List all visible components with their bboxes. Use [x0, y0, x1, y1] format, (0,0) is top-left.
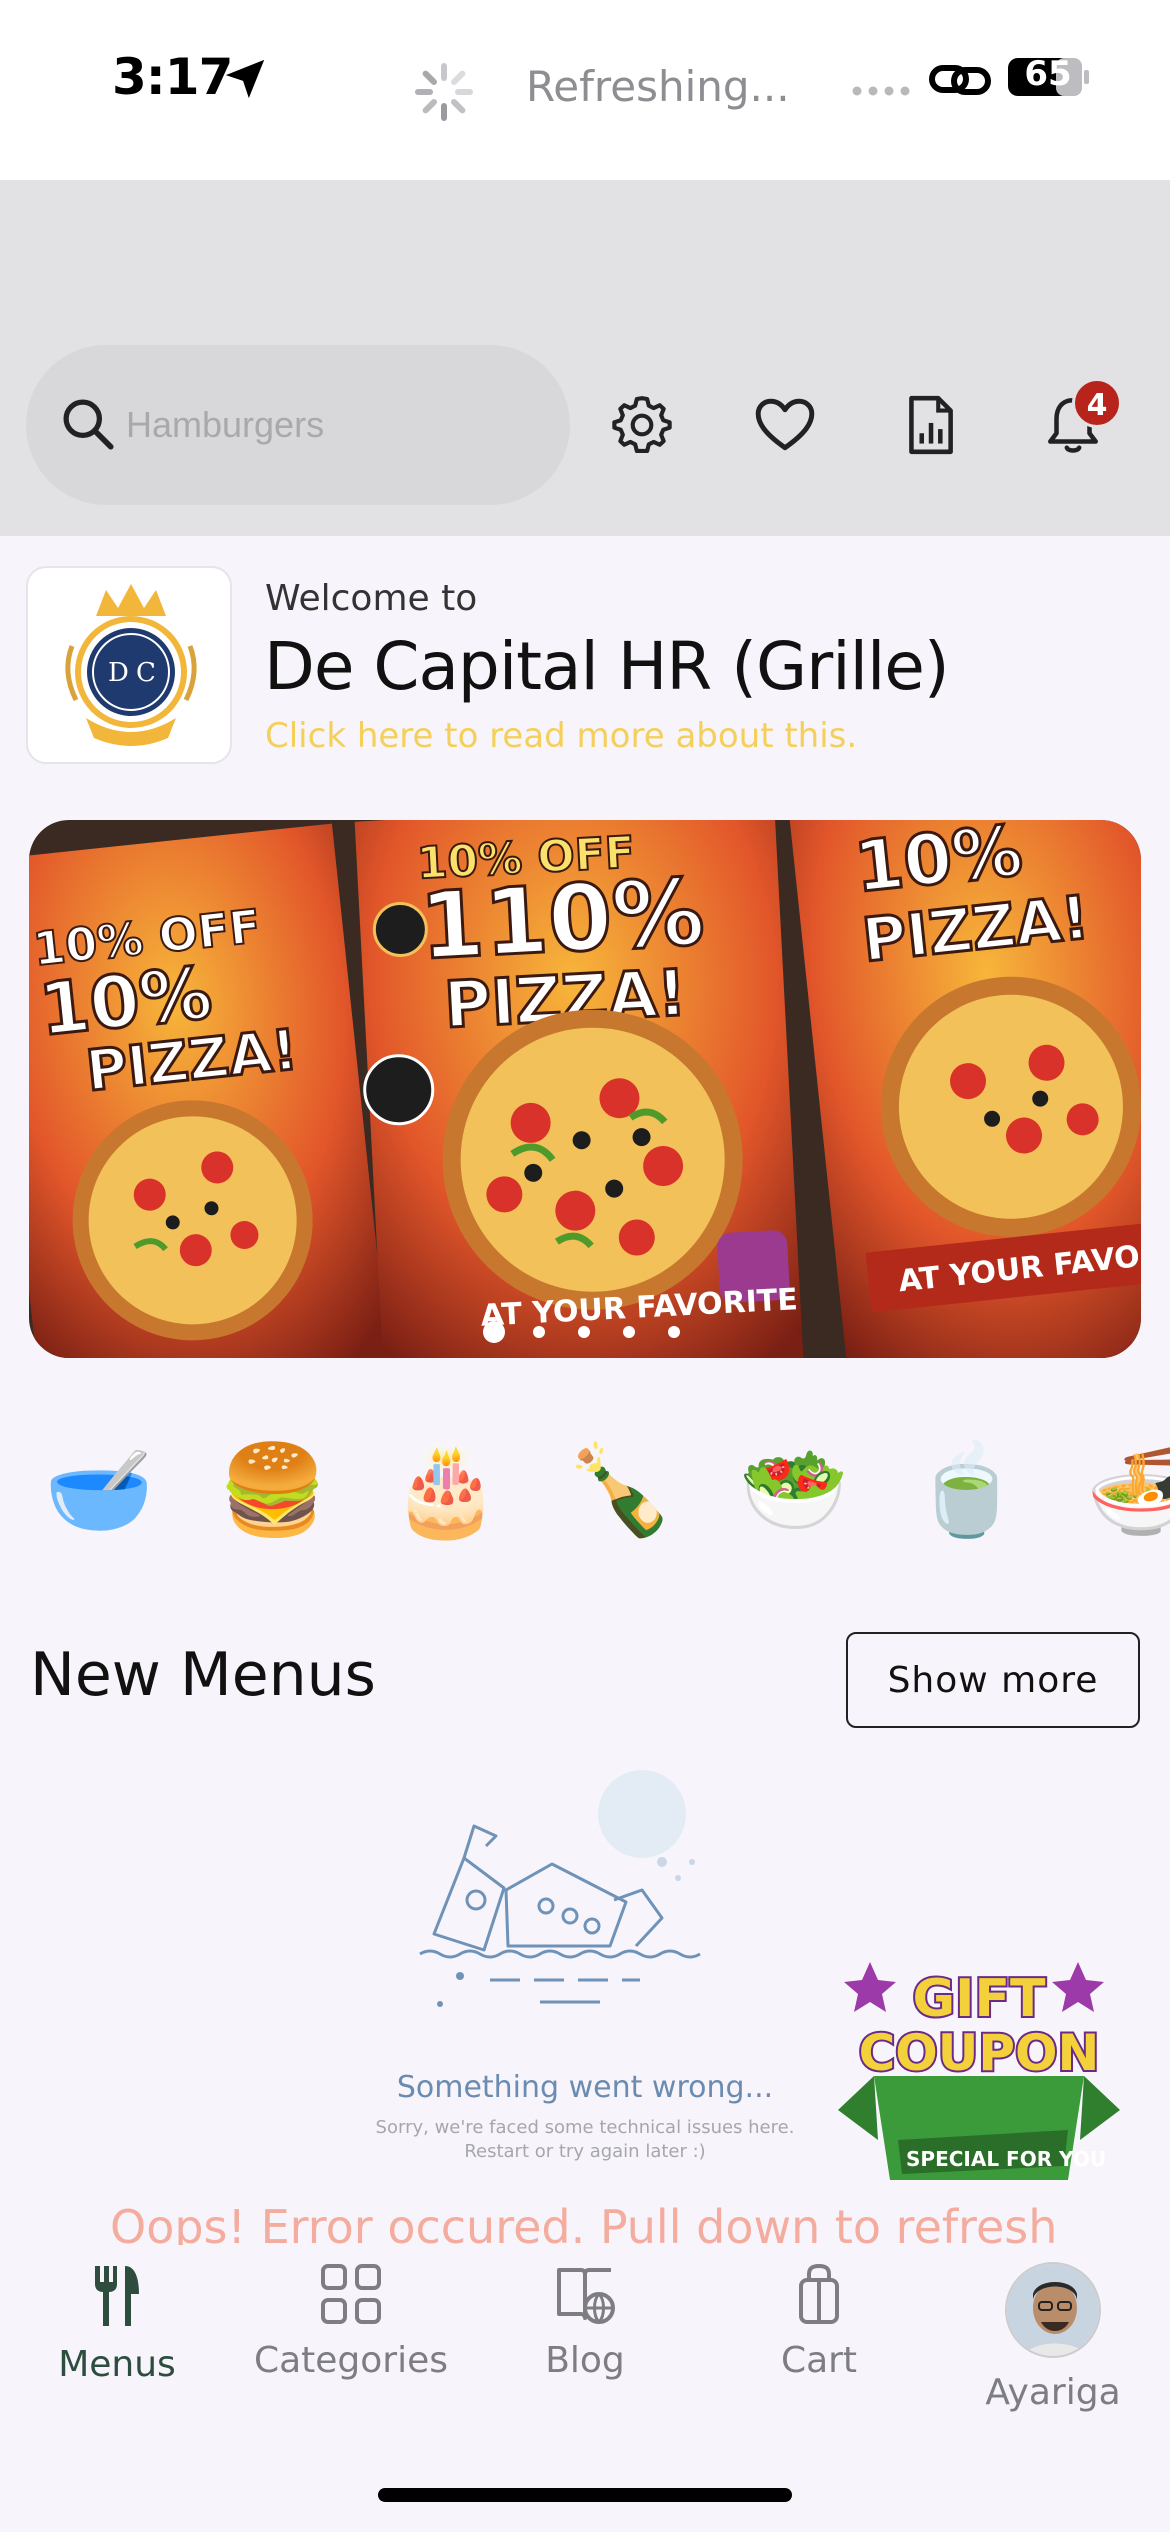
- hamburger-icon[interactable]: 🍔: [218, 1430, 328, 1550]
- tab-profile[interactable]: Ayariga: [936, 2262, 1170, 2413]
- svg-text:GIFT: GIFT: [912, 1969, 1046, 2029]
- fork-knife-icon: [95, 2266, 139, 2326]
- book-globe-icon: [557, 2268, 615, 2324]
- report-chart-icon[interactable]: [897, 392, 963, 458]
- sinking-ship-icon: [419, 1770, 701, 2007]
- birthday-cake-icon[interactable]: 🎂: [391, 1430, 501, 1550]
- tab-cart[interactable]: Cart: [702, 2262, 936, 2402]
- logo-emblem-icon: D C: [65, 584, 197, 746]
- gift-coupon-icon[interactable]: SPECIAL FOR YOU GIFT COUPON: [838, 1960, 1120, 2190]
- error-title: Something went wrong...: [396, 2070, 774, 2105]
- restaurant-name: De Capital HR (Grille): [264, 628, 950, 705]
- carousel-page-indicator[interactable]: [482, 1320, 682, 1344]
- error-subtitle: Sorry, we're faced some technical issues…: [375, 2117, 795, 2162]
- shopping-bag-icon: [799, 2263, 839, 2324]
- salad-icon[interactable]: 🥗: [739, 1430, 849, 1550]
- tab-label: Categories: [253, 2340, 449, 2381]
- refresh-spinner-icon: [415, 63, 473, 121]
- tab-label: Cart: [780, 2340, 858, 2381]
- tab-label: Ayariga: [985, 2372, 1121, 2413]
- tab-label: Menus: [58, 2344, 176, 2385]
- restaurant-logo[interactable]: D C: [26, 566, 232, 764]
- tab-label: Blog: [545, 2340, 625, 2381]
- svg-text:D: D: [108, 658, 129, 688]
- about-link[interactable]: Click here to read more about this.: [265, 716, 857, 756]
- svg-text:C: C: [136, 658, 156, 688]
- tea-icon[interactable]: 🍵: [912, 1430, 1022, 1550]
- heart-icon[interactable]: [752, 392, 818, 458]
- tab-menus[interactable]: Menus: [0, 2262, 234, 2402]
- search-input[interactable]: [126, 400, 546, 450]
- show-more-button[interactable]: Show more: [846, 1632, 1140, 1728]
- promo-banner[interactable]: 10% OFF 10% PIZZA! 10% OFF 110% PIZZA! A…: [29, 820, 1141, 1358]
- avatar: [1005, 2262, 1101, 2358]
- refreshing-label: Refreshing...: [526, 62, 790, 111]
- grid-icon: [321, 2264, 381, 2324]
- noodles-icon[interactable]: 🍜: [1086, 1430, 1170, 1550]
- cellular-signal-icon: [852, 86, 910, 96]
- welcome-label: Welcome to: [265, 578, 478, 619]
- battery-level: 65: [1024, 54, 1072, 94]
- personal-hotspot-icon: [929, 65, 991, 95]
- status-time: 3:17: [112, 48, 233, 106]
- location-arrow-icon: [225, 59, 265, 99]
- home-indicator[interactable]: [378, 2488, 792, 2502]
- wine-icon[interactable]: 🍾: [565, 1430, 675, 1550]
- pizza-promo-image: 10% OFF 10% PIZZA! 10% OFF 110% PIZZA! A…: [29, 820, 1141, 1358]
- tab-categories[interactable]: Categories: [234, 2262, 468, 2402]
- svg-text:COUPON: COUPON: [859, 2024, 1100, 2082]
- gear-icon[interactable]: [609, 392, 675, 458]
- tab-blog[interactable]: Blog: [468, 2262, 702, 2402]
- search-icon: [63, 399, 114, 450]
- soup-bowl-icon[interactable]: 🥣: [44, 1430, 154, 1550]
- section-title: New Menus: [30, 1640, 376, 1710]
- svg-text:SPECIAL FOR YOU: SPECIAL FOR YOU: [906, 2147, 1106, 2171]
- notification-badge: 4: [1072, 378, 1122, 428]
- profile-photo: [1007, 2264, 1099, 2356]
- category-strip[interactable]: 🥣 🍔 🎂 🍾 🥗 🍵 🍜: [0, 1430, 1170, 1560]
